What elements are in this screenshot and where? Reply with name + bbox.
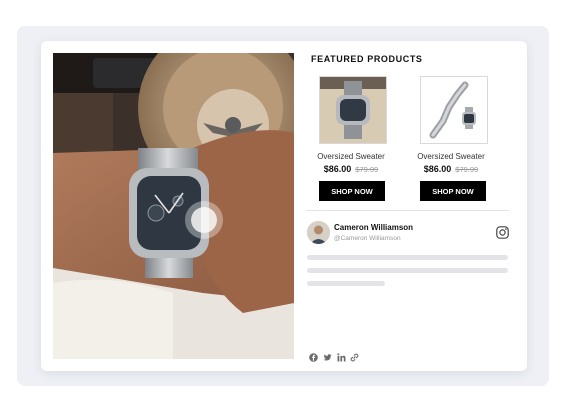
caption-placeholder-line <box>307 281 385 286</box>
featured-products-title: FEATURED PRODUCTS <box>311 54 423 64</box>
linkedin-icon[interactable] <box>337 349 346 362</box>
facebook-icon[interactable] <box>309 349 318 362</box>
product-price-1: $86.00 <box>323 164 352 174</box>
instagram-icon[interactable] <box>496 226 509 239</box>
product-price-row-1: $86.00 $79.99 <box>306 164 396 174</box>
product-name-1: Oversized Sweater <box>317 152 385 161</box>
twitter-icon[interactable] <box>323 349 332 361</box>
caption-placeholder-line <box>307 268 508 273</box>
product-price-row-2: $86.00 $79.99 <box>406 164 496 174</box>
author-handle: @Cameron Williamson <box>334 235 401 242</box>
product-old-price-2: $79.99 <box>455 165 479 174</box>
shop-now-button-2[interactable]: SHOP NOW <box>420 181 486 201</box>
shop-now-button-1[interactable]: SHOP NOW <box>319 181 385 201</box>
product-image-2[interactable] <box>420 76 488 144</box>
caption-placeholder-line <box>307 255 508 260</box>
post-photo[interactable] <box>53 53 294 359</box>
avatar[interactable] <box>307 221 330 244</box>
product-price-2: $86.00 <box>423 164 452 174</box>
product-name-2: Oversized Sweater <box>417 152 485 161</box>
product-old-price-1: $79.99 <box>355 165 379 174</box>
product-hotspot[interactable] <box>191 207 217 233</box>
link-icon[interactable] <box>350 349 359 362</box>
author-name[interactable]: Cameron Williamson <box>334 223 413 232</box>
section-divider <box>306 210 509 211</box>
product-image-1[interactable] <box>319 76 387 144</box>
